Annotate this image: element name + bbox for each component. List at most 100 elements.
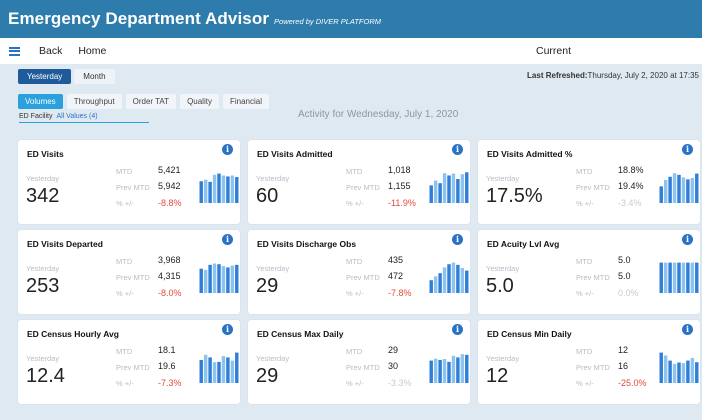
trend-sparkline (199, 263, 239, 293)
kpi-card: ED Acuity Lvl Avg i Yesterday 5.0 MTD 5.0 Prev… (478, 230, 700, 314)
info-icon[interactable]: i (452, 144, 463, 155)
yesterday-value: 60 (256, 185, 279, 207)
prev-mtd-value: 5.0 (618, 271, 631, 281)
info-icon[interactable]: i (682, 144, 693, 155)
kpi-card-title: ED Visits Admitted (257, 149, 333, 159)
info-icon[interactable]: i (222, 234, 233, 245)
sparkline-bar (199, 268, 203, 293)
tab-order-tat[interactable]: Order TAT (125, 94, 177, 109)
sparkline-bar (221, 175, 226, 203)
facility-value[interactable]: All Values (4) (56, 113, 97, 120)
prev-mtd-label: Prev MTD (346, 363, 380, 372)
app-title: Emergency Department Advisor (8, 9, 270, 28)
sparkline-bar (681, 262, 686, 293)
home-link[interactable]: Home (78, 45, 106, 57)
yesterday-label: Yesterday (486, 174, 520, 183)
mtd-label: MTD (576, 347, 593, 356)
sparkline-bar (208, 181, 212, 203)
sparkline-bar (226, 176, 230, 203)
sparkline-bar (433, 358, 438, 383)
sparkline-bar (663, 262, 668, 293)
sparkline-bar (451, 173, 456, 203)
nav-bar: Back Home Current (0, 38, 702, 64)
kpi-card-title: ED Visits Admitted % (487, 149, 573, 159)
sparkline-bar (668, 176, 672, 203)
current-label: Current (536, 45, 572, 57)
yesterday-value: 17.5% (486, 185, 543, 207)
tab-volumes[interactable]: Volumes (18, 94, 63, 109)
mtd-label: MTD (116, 347, 133, 356)
sparkline-bar (672, 262, 677, 293)
facility-filter: ED Facility All Values (4) (19, 113, 149, 123)
pct-change-label: % +/- (346, 199, 364, 208)
prev-mtd-label: Prev MTD (576, 273, 610, 282)
last-refreshed-label: Last Refreshed: (527, 71, 588, 80)
info-icon[interactable]: i (222, 324, 233, 335)
sparkline-bar (433, 180, 438, 203)
yesterday-label: Yesterday (26, 354, 60, 363)
mtd-value: 5,421 (158, 165, 181, 175)
kpi-card-title: ED Visits Departed (27, 239, 103, 249)
tab-quality[interactable]: Quality (180, 94, 219, 109)
sparkline-bar (681, 363, 686, 383)
sparkline-bar (668, 360, 672, 383)
mtd-value: 12 (618, 345, 629, 355)
activity-title: Activity for Wednesday, July 1, 2020 (298, 109, 459, 120)
kpi-card: ED Visits Discharge Obs i Yesterday 29 MTD 43… (248, 230, 470, 314)
prev-mtd-value: 30 (388, 361, 399, 371)
sparkline-bar (217, 264, 221, 293)
app-header: Emergency Department Advisor Powered by … (0, 0, 702, 38)
yesterday-label: Yesterday (256, 174, 290, 183)
pct-change-value: -8.0% (158, 288, 182, 298)
sparkline-bar (465, 270, 469, 293)
sparkline-bar (199, 181, 203, 203)
info-icon[interactable]: i (452, 324, 463, 335)
sparkline-bar (217, 173, 221, 203)
kpi-card: ED Visits Admitted % i Yesterday 17.5% MTD 18… (478, 140, 700, 224)
sparkline-bar (429, 360, 433, 383)
sparkline-bar (235, 177, 239, 203)
sparkline-bar (668, 262, 672, 293)
powered-by: Powered by DIVER PLATFORM (274, 16, 382, 26)
sparkline-bar (429, 280, 433, 293)
sparkline-bar (677, 362, 681, 383)
sparkline-bar (208, 264, 212, 293)
mtd-label: MTD (576, 167, 593, 176)
prev-mtd-label: Prev MTD (116, 273, 150, 282)
tab-yesterday[interactable]: Yesterday (18, 69, 72, 84)
tab-throughput[interactable]: Throughput (66, 94, 122, 109)
back-link[interactable]: Back (39, 45, 62, 57)
prev-mtd-label: Prev MTD (576, 183, 610, 192)
tab-financial[interactable]: Financial (222, 94, 269, 109)
sparkline-bar (235, 264, 239, 293)
sparkline-bar (659, 262, 663, 293)
mtd-label: MTD (346, 257, 363, 266)
kpi-card: ED Visits i Yesterday 342 MTD 5,421 Prev MTD 5,… (18, 140, 240, 224)
kpi-card: ED Visits Departed i Yesterday 253 MTD 3,968 P… (18, 230, 240, 314)
sparkline-bar (447, 264, 451, 293)
pct-change-label: % +/- (576, 289, 594, 298)
trend-sparkline (659, 262, 699, 293)
prev-mtd-value: 19.4% (618, 181, 644, 191)
category-tabs: Volumes Throughput Order TAT Quality Fin… (18, 94, 273, 109)
sparkline-bar (447, 175, 451, 203)
hamburger-menu-icon[interactable] (9, 46, 20, 56)
last-refreshed: Last Refreshed:Thursday, July 2, 2020 at… (527, 71, 699, 80)
info-icon[interactable]: i (682, 234, 693, 245)
info-icon[interactable]: i (222, 144, 233, 155)
sparkline-bar (465, 172, 469, 203)
kpi-card: ED Visits Admitted i Yesterday 60 MTD 1,018 Pr… (248, 140, 470, 224)
sparkline-bar (456, 179, 460, 203)
sparkline-bar (221, 356, 226, 383)
info-icon[interactable]: i (682, 324, 693, 335)
info-icon[interactable]: i (452, 234, 463, 245)
pct-change-value: -3.3% (388, 378, 412, 388)
kpi-card: ED Census Max Daily i Yesterday 29 MTD 29 Prev… (248, 320, 470, 404)
pct-change-value: -7.3% (158, 378, 182, 388)
prev-mtd-label: Prev MTD (346, 273, 380, 282)
sparkline-bar (438, 273, 442, 293)
tab-month[interactable]: Month (74, 69, 115, 84)
prev-mtd-value: 472 (388, 271, 404, 281)
sparkline-bar (212, 174, 217, 203)
sparkline-bar (230, 175, 235, 203)
